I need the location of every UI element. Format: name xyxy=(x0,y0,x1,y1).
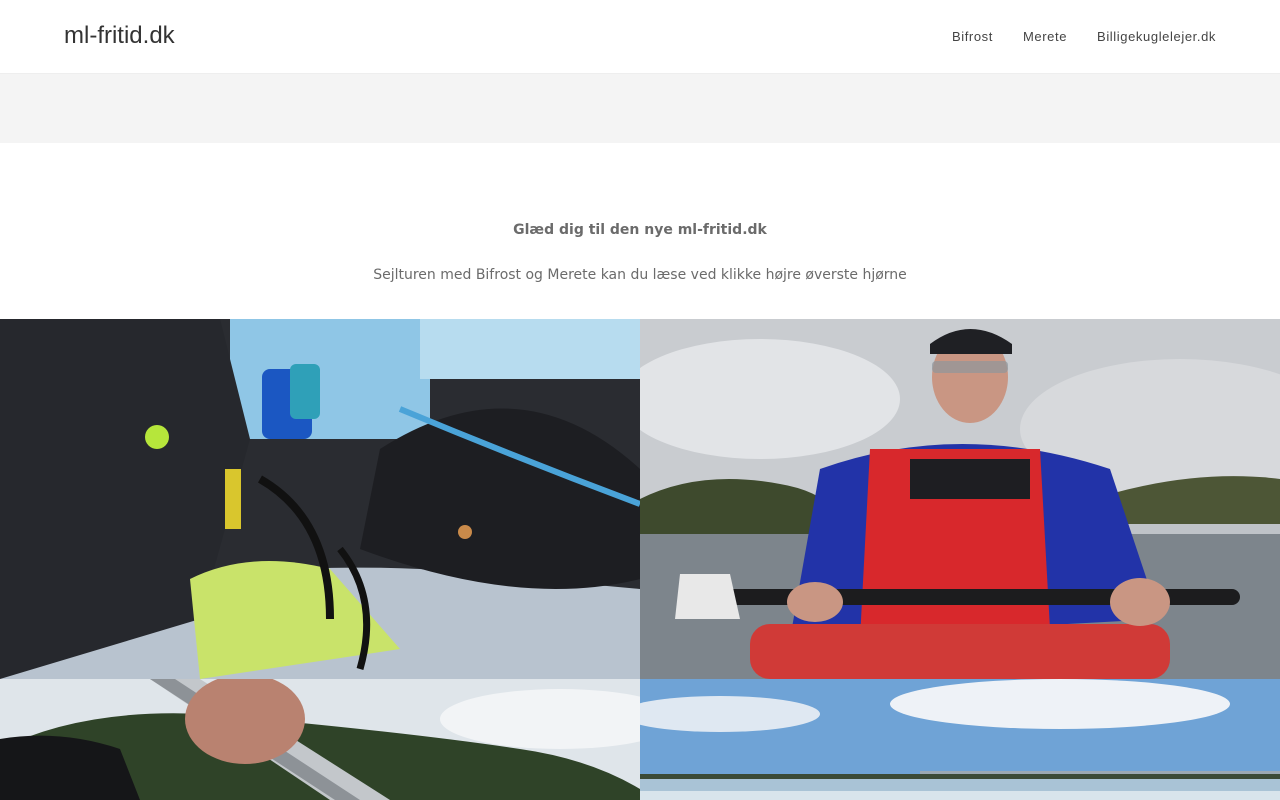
intro-section: Glæd dig til den nye ml-fritid.dk Sejltu… xyxy=(0,143,1280,319)
nav-item-bifrost[interactable]: Bifrost xyxy=(952,29,993,44)
gallery-image-bridge[interactable] xyxy=(640,679,1280,800)
header-banner xyxy=(0,74,1280,143)
site-header: ml-fritid.dk Bifrost Merete Billigekugle… xyxy=(0,0,1280,74)
gallery-image-kayaker[interactable] xyxy=(640,319,1280,679)
site-title-link[interactable]: ml-fritid.dk xyxy=(64,22,175,50)
photo-gallery xyxy=(0,319,1280,800)
intro-heading: Glæd dig til den nye ml-fritid.dk xyxy=(513,222,767,238)
gallery-image-divers[interactable] xyxy=(0,319,640,679)
nav-item-merete[interactable]: Merete xyxy=(1023,29,1067,44)
main-nav: Bifrost Merete Billigekuglelejer.dk xyxy=(952,29,1216,44)
bridge-photo xyxy=(640,679,1280,800)
paddle-photo xyxy=(0,679,640,800)
intro-text: Sejlturen med Bifrost og Merete kan du l… xyxy=(373,267,907,283)
kayaker-photo xyxy=(640,319,1280,679)
gallery-image-paddle[interactable] xyxy=(0,679,640,800)
nav-item-billigekuglelejer[interactable]: Billigekuglelejer.dk xyxy=(1097,29,1216,44)
divers-photo xyxy=(0,319,640,679)
